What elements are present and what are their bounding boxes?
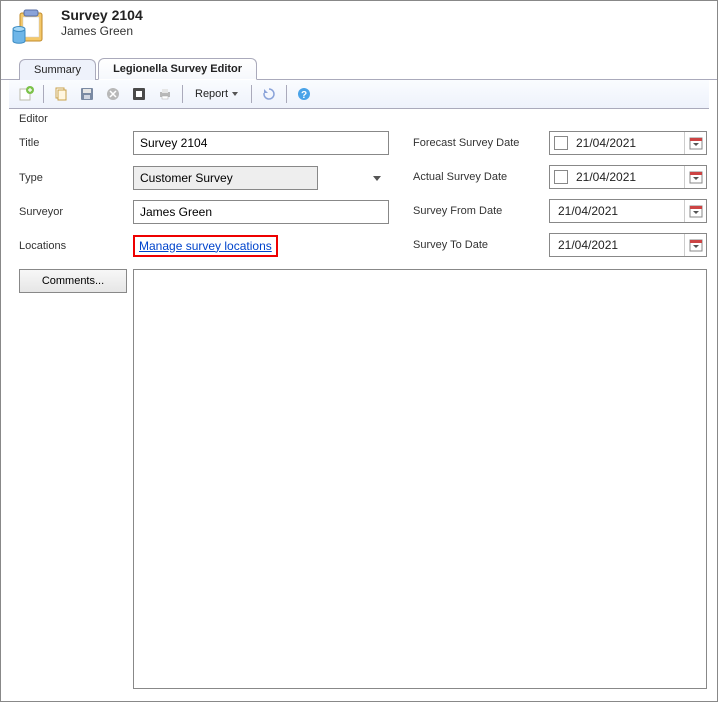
editor-panel: Editor Title Type Surveyor Locations Man… (1, 109, 717, 699)
report-label: Report (195, 88, 228, 100)
new-item-icon[interactable] (15, 83, 37, 105)
actual-date-field[interactable]: 21/04/2021 (549, 165, 707, 189)
toolbar-separator (43, 85, 44, 103)
manage-locations-highlight: Manage survey locations (133, 235, 278, 257)
from-date-picker-icon[interactable] (684, 200, 706, 222)
label-from-date: Survey From Date (413, 205, 543, 217)
refresh-icon[interactable] (258, 83, 280, 105)
tab-bar: Summary Legionella Survey Editor (1, 57, 717, 80)
actual-date-checkbox[interactable] (554, 170, 568, 184)
copy-icon[interactable] (50, 83, 72, 105)
to-date-field[interactable]: 21/04/2021 (549, 233, 707, 257)
print-icon[interactable] (154, 83, 176, 105)
label-forecast-date: Forecast Survey Date (413, 137, 543, 149)
toolbar-separator (251, 85, 252, 103)
label-surveyor: Surveyor (19, 206, 127, 218)
to-date-value: 21/04/2021 (554, 238, 684, 252)
page-title: Survey 2104 (61, 7, 143, 23)
actual-date-value: 21/04/2021 (572, 170, 684, 184)
toolbar: Report ? (9, 80, 709, 109)
comments-textarea[interactable] (133, 269, 707, 689)
comments-button[interactable]: Comments... (19, 269, 127, 293)
page-subtitle: James Green (61, 24, 143, 38)
forecast-date-value: 21/04/2021 (572, 136, 684, 150)
from-date-field[interactable]: 21/04/2021 (549, 199, 707, 223)
svg-text:?: ? (301, 90, 307, 101)
label-title: Title (19, 137, 127, 149)
chevron-down-icon (231, 90, 239, 98)
surveyor-input[interactable] (133, 200, 389, 224)
label-type: Type (19, 172, 127, 184)
help-icon[interactable]: ? (293, 83, 315, 105)
report-dropdown[interactable]: Report (189, 86, 245, 102)
title-input[interactable] (133, 131, 389, 155)
header: Survey 2104 James Green (1, 1, 717, 51)
label-actual-date: Actual Survey Date (413, 171, 543, 183)
delete-icon[interactable] (102, 83, 124, 105)
manage-locations-link[interactable]: Manage survey locations (139, 239, 272, 253)
label-to-date: Survey To Date (413, 239, 543, 251)
stop-icon[interactable] (128, 83, 150, 105)
survey-clipboard-icon (11, 7, 51, 47)
forecast-date-picker-icon[interactable] (684, 132, 706, 154)
editor-section-label: Editor (19, 113, 707, 125)
type-select[interactable] (133, 166, 318, 190)
tab-legionella-editor[interactable]: Legionella Survey Editor (98, 58, 257, 80)
toolbar-separator (182, 85, 183, 103)
header-text: Survey 2104 James Green (61, 7, 143, 38)
save-icon[interactable] (76, 83, 98, 105)
label-locations: Locations (19, 240, 127, 252)
to-date-picker-icon[interactable] (684, 234, 706, 256)
actual-date-picker-icon[interactable] (684, 166, 706, 188)
forecast-date-checkbox[interactable] (554, 136, 568, 150)
forecast-date-field[interactable]: 21/04/2021 (549, 131, 707, 155)
toolbar-separator (286, 85, 287, 103)
from-date-value: 21/04/2021 (554, 204, 684, 218)
tab-summary[interactable]: Summary (19, 59, 96, 80)
